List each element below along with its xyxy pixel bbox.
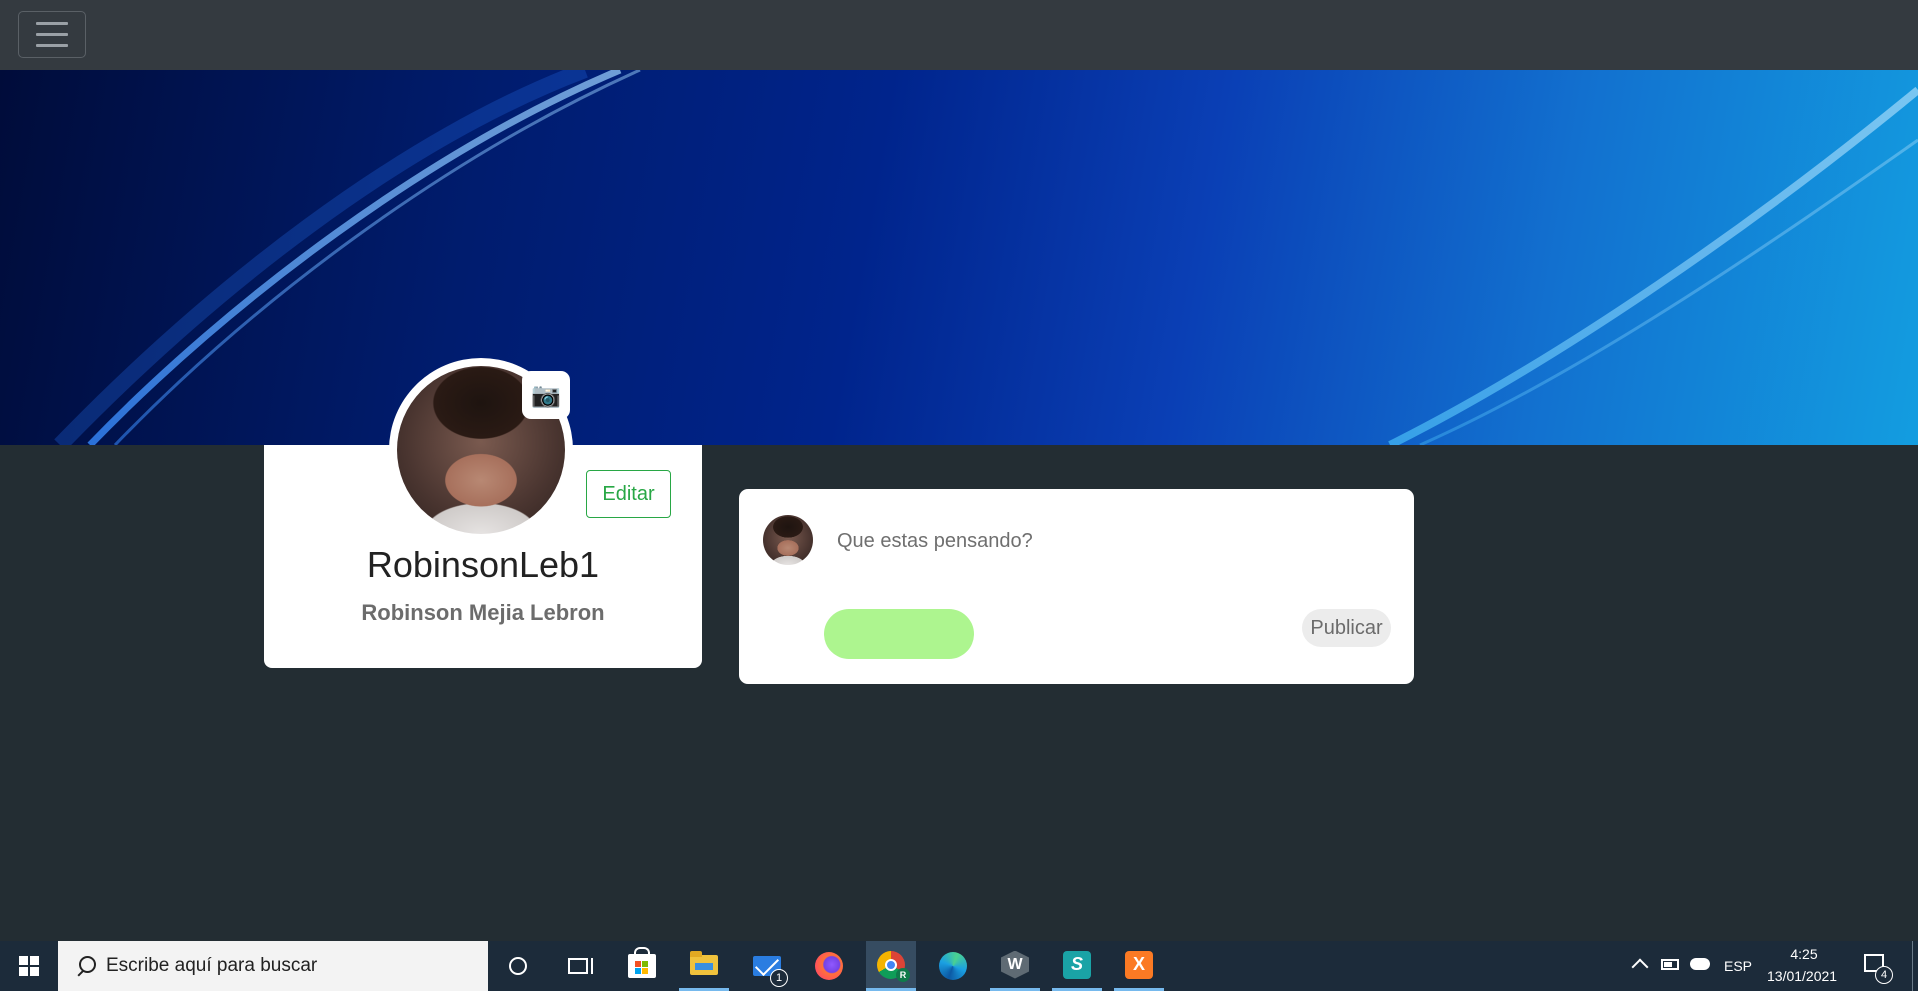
edge-icon[interactable]: [928, 941, 978, 991]
chrome-profile-letter: R: [896, 968, 910, 982]
chrome-icon[interactable]: R: [866, 941, 916, 991]
attach-media-button[interactable]: [824, 609, 974, 659]
cover-light-streaks: [54, 70, 1918, 445]
cover-photo: [0, 70, 1918, 445]
profile-full-name: Robinson Mejia Lebron: [361, 600, 605, 625]
show-desktop-button[interactable]: [1912, 941, 1913, 991]
s-app-letter: S: [1063, 950, 1091, 979]
mail-badge: 1: [770, 969, 788, 987]
camera-icon[interactable]: 📷: [522, 371, 570, 419]
hamburger-bar: [36, 22, 68, 25]
battery-icon[interactable]: [1661, 959, 1679, 970]
file-explorer-icon[interactable]: [679, 941, 729, 991]
s-app-icon[interactable]: S: [1052, 941, 1102, 991]
mail-icon[interactable]: 1: [742, 941, 792, 991]
hamburger-menu-icon[interactable]: [18, 11, 86, 58]
taskbar-search-placeholder: Escribe aquí para buscar: [106, 955, 318, 976]
x-app-letter: X: [1125, 950, 1153, 979]
profile-username: RobinsonLeb1: [366, 544, 600, 585]
camera-glyph: 📷: [531, 381, 561, 409]
clock-time[interactable]: 4:25: [1787, 946, 1821, 962]
cortana-icon[interactable]: [493, 941, 543, 991]
w-app-letter: W: [1001, 950, 1029, 979]
hamburger-bar: [36, 44, 68, 47]
onedrive-cloud-icon[interactable]: [1690, 958, 1710, 970]
composer-avatar: [763, 515, 813, 565]
microsoft-store-icon[interactable]: [617, 941, 667, 991]
windows-start-icon[interactable]: [0, 941, 58, 991]
notifications-count: 4: [1875, 966, 1893, 984]
windows-logo: [19, 956, 39, 976]
taskbar-search-box[interactable]: Escribe aquí para buscar: [58, 941, 488, 991]
post-composer-card: Publicar: [739, 489, 1414, 684]
clock-date[interactable]: 13/01/2021: [1767, 968, 1837, 984]
post-input[interactable]: [835, 521, 1379, 561]
firefox-icon[interactable]: [804, 941, 854, 991]
language-indicator[interactable]: ESP: [1724, 958, 1752, 974]
search-icon: [76, 956, 96, 976]
task-view-icon[interactable]: [553, 941, 603, 991]
publish-button[interactable]: Publicar: [1302, 609, 1391, 647]
xampp-icon[interactable]: X: [1114, 941, 1164, 991]
top-navbar: [0, 0, 1918, 70]
edit-profile-button[interactable]: Editar: [586, 470, 671, 518]
w-app-icon[interactable]: W: [990, 941, 1040, 991]
hamburger-bar: [36, 33, 68, 36]
show-hidden-icons-chevron-icon[interactable]: [1631, 958, 1649, 976]
windows-taskbar: Escribe aquí para buscar 1 R W S X ESP 4…: [0, 941, 1918, 991]
